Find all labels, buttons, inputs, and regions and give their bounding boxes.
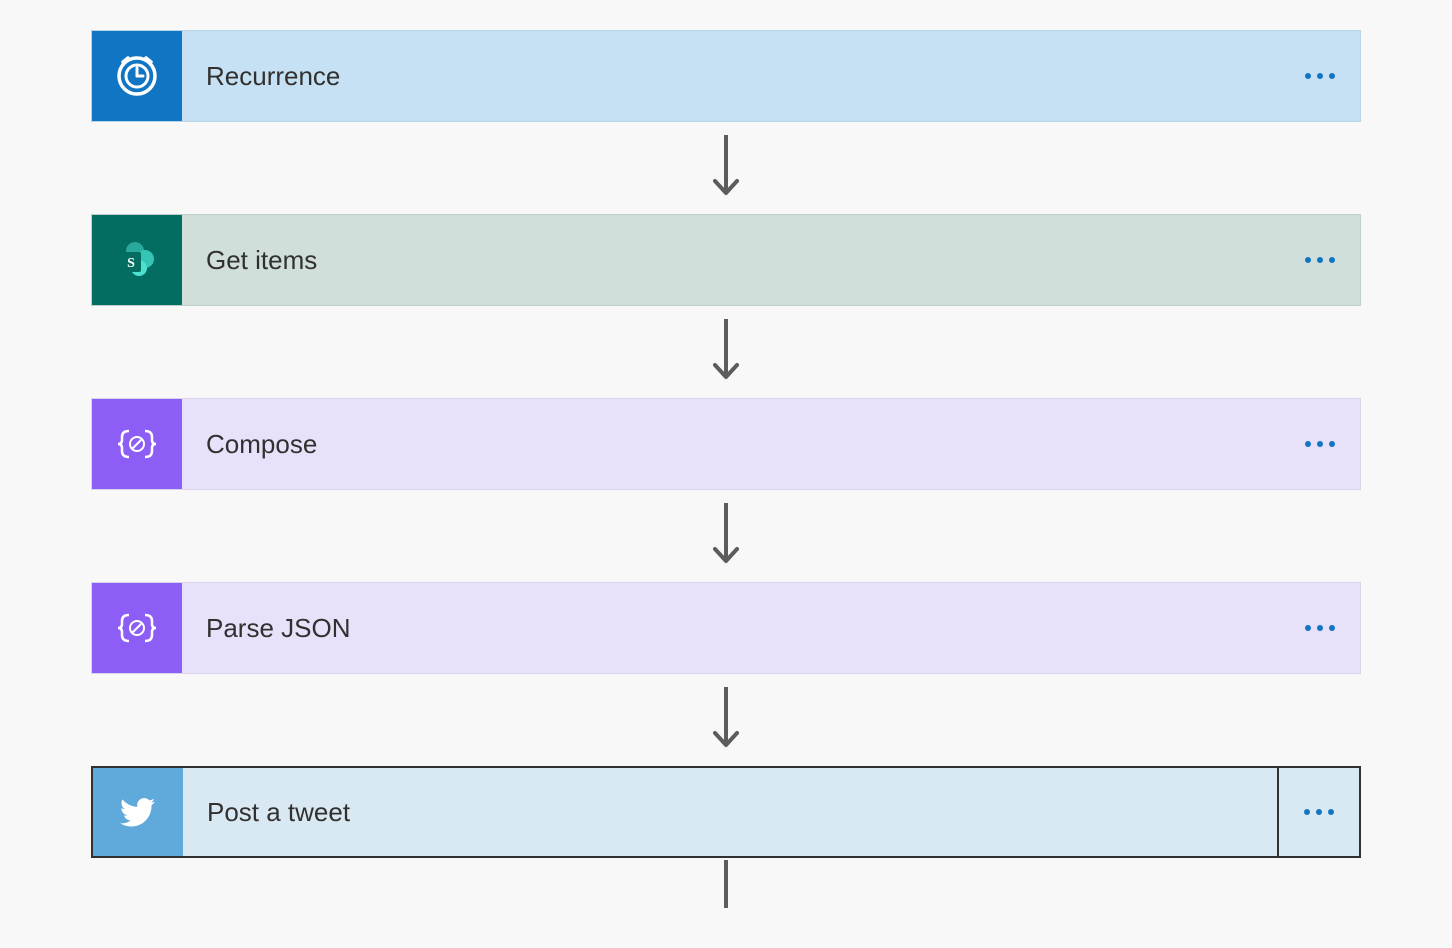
sharepoint-icon: S — [92, 215, 182, 305]
step-parse-json[interactable]: Parse JSON — [91, 582, 1361, 674]
step-menu-button[interactable] — [1280, 583, 1360, 673]
step-menu-button[interactable] — [1280, 399, 1360, 489]
step-title: Recurrence — [182, 31, 1280, 121]
step-get-items[interactable]: S Get items — [91, 214, 1361, 306]
flow-arrow — [711, 490, 741, 582]
flow-arrow — [711, 674, 741, 766]
flow-designer: Recurrence S Get items — [91, 30, 1361, 908]
step-title: Compose — [182, 399, 1280, 489]
twitter-icon — [93, 768, 183, 856]
step-compose[interactable]: Compose — [91, 398, 1361, 490]
step-menu-button[interactable] — [1280, 31, 1360, 121]
ellipsis-icon — [1304, 809, 1334, 815]
data-operation-icon — [92, 583, 182, 673]
ellipsis-icon — [1305, 625, 1335, 631]
flow-arrow — [711, 122, 741, 214]
ellipsis-icon — [1305, 257, 1335, 263]
step-menu-button[interactable] — [1279, 768, 1359, 856]
step-recurrence[interactable]: Recurrence — [91, 30, 1361, 122]
step-title: Parse JSON — [182, 583, 1280, 673]
flow-arrow — [711, 306, 741, 398]
ellipsis-icon — [1305, 73, 1335, 79]
step-menu-button[interactable] — [1280, 215, 1360, 305]
step-title: Get items — [182, 215, 1280, 305]
step-title: Post a tweet — [183, 768, 1277, 856]
step-post-tweet[interactable]: Post a tweet — [91, 766, 1361, 858]
clock-icon — [92, 31, 182, 121]
flow-arrow — [711, 858, 741, 908]
data-operation-icon — [92, 399, 182, 489]
svg-text:S: S — [127, 256, 135, 271]
ellipsis-icon — [1305, 441, 1335, 447]
